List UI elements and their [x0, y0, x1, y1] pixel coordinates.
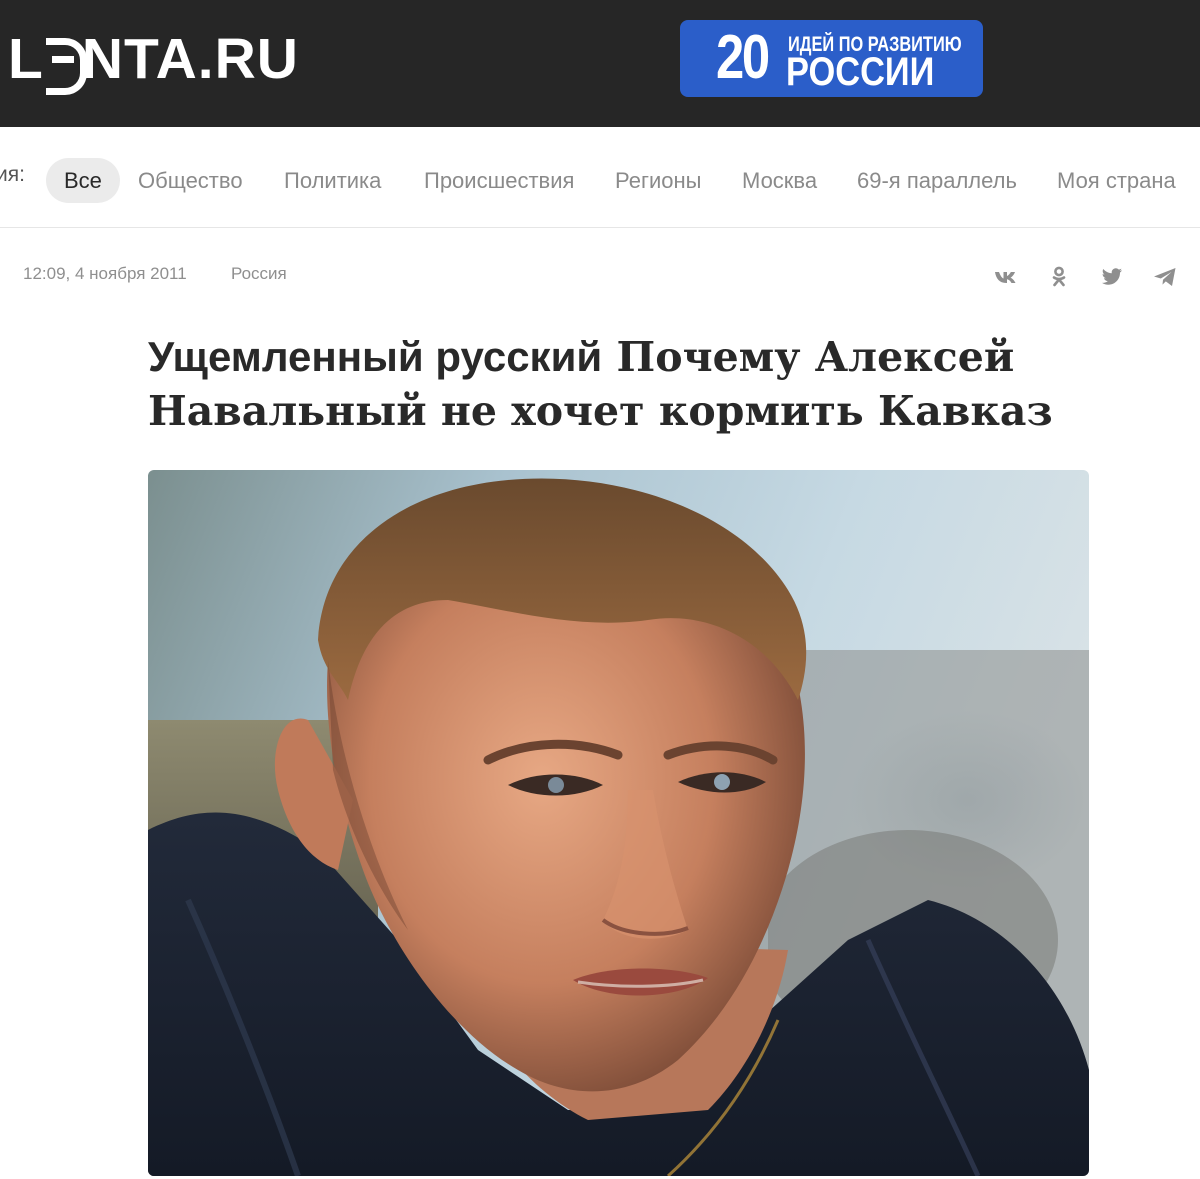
telegram-icon[interactable] [1150, 262, 1180, 292]
promo-banner[interactable]: 20 ИДЕЙ ПО РАЗВИТИЮ РОССИИ [680, 20, 983, 97]
logo-letter-l: L [8, 27, 44, 91]
logo-rest: NTA.RU [81, 27, 299, 91]
logo-e-glyph [45, 37, 87, 95]
subnav-item-moscow[interactable]: Москва [742, 158, 817, 203]
twitter-icon[interactable] [1097, 262, 1127, 292]
article-photo [148, 470, 1089, 1176]
subnav-item-incidents[interactable]: Происшествия [424, 158, 574, 203]
promo-number: 20 [716, 23, 770, 92]
odnoklassniki-icon[interactable] [1044, 262, 1074, 292]
subnav-item-my-country[interactable]: Моя страна [1057, 158, 1176, 203]
article-title: Ущемленный русский Почему Алексей Наваль… [148, 330, 1108, 438]
site-logo[interactable]: L NTA.RU [8, 27, 299, 95]
article-title-lead: Ущемленный русский [148, 333, 603, 380]
subnav-label: ия: [0, 163, 25, 186]
subnav-item-all[interactable]: Все [46, 158, 120, 203]
subnav-item-regions[interactable]: Регионы [615, 158, 701, 203]
article-rubric-link[interactable]: Россия [231, 264, 287, 284]
promo-line2: РОССИИ [786, 50, 935, 94]
subnav-item-society[interactable]: Общество [138, 158, 243, 203]
site-header: L NTA.RU 20 ИДЕЙ ПО РАЗВИТИЮ РОССИИ [0, 0, 1200, 127]
vk-icon[interactable] [991, 262, 1021, 292]
article-date: 12:09, 4 ноября 2011 [23, 264, 187, 283]
subnav-item-politics[interactable]: Политика [284, 158, 381, 203]
subnav-item-69-parallel[interactable]: 69-я параллель [857, 158, 1017, 203]
